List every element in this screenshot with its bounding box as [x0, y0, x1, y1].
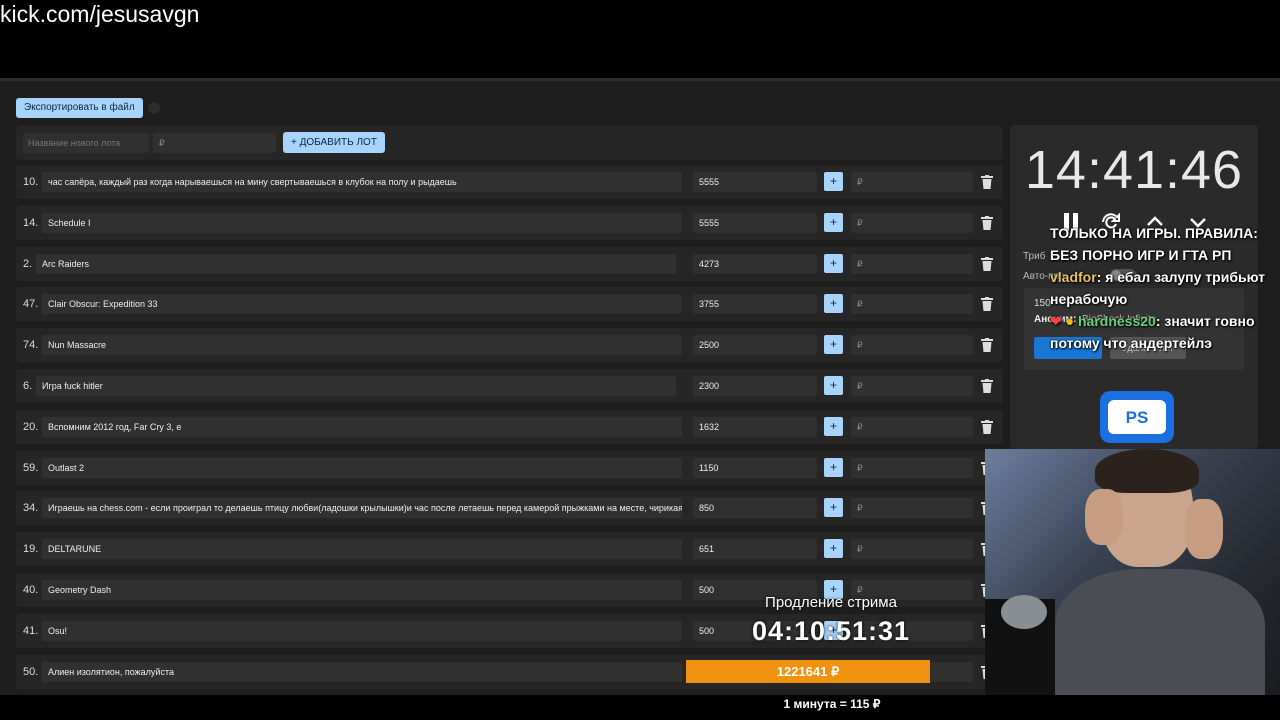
add-amount-button[interactable]: + [824, 539, 843, 559]
lot-number: 19. [23, 543, 39, 556]
lot-title-input[interactable]: Outlast 2 [42, 457, 682, 478]
chat-username: vladfor [1050, 269, 1097, 285]
chat-username: hardness20 [1077, 313, 1156, 329]
new-lot-price-input[interactable]: ₽ [153, 133, 276, 153]
sub-badge-icon: ● [1065, 313, 1075, 329]
trash-icon[interactable] [981, 215, 993, 230]
lot-amount[interactable]: 2500 [693, 335, 817, 356]
trash-icon[interactable] [981, 338, 993, 353]
lot-number: 50. [23, 665, 39, 678]
lot-number: 14. [23, 216, 39, 229]
lot-number: 2. [23, 257, 33, 270]
lot-add-input[interactable]: ₽ [851, 457, 973, 478]
lot-title-input[interactable]: Osu! [42, 620, 682, 641]
lot-row: 74. Nun Massacre 2500 + ₽ [16, 328, 1003, 363]
lot-add-input[interactable]: ₽ [851, 498, 973, 519]
extension-title: Продление стрима [765, 594, 897, 611]
trash-icon[interactable] [981, 419, 993, 434]
lot-amount[interactable]: 651 [693, 539, 817, 560]
lot-row: 6. Игра fuck hitler 2300 + ₽ [16, 369, 1003, 403]
lot-title-input[interactable]: DELTARUNE [42, 539, 682, 560]
export-button[interactable]: Экспортировать в файл [16, 98, 143, 118]
add-lot-button[interactable]: + ДОБАВИТЬ ЛОТ [283, 132, 385, 153]
add-amount-button[interactable]: + [824, 335, 843, 355]
minute-rate: 1 минута = 115 ₽ [783, 697, 881, 711]
auction-clock: 14:41:46 [1024, 140, 1244, 200]
chat-message: ❤ ● hardness20: значит говно потому что … [1050, 310, 1280, 354]
lot-add-input[interactable]: ₽ [851, 172, 973, 192]
lot-row: 47. Clair Obscur: Expedition 33 3755 + ₽ [16, 287, 1003, 322]
lot-amount[interactable]: 1632 [693, 416, 817, 437]
add-amount-button[interactable]: + [824, 376, 843, 395]
lot-amount[interactable]: 5555 [693, 172, 817, 192]
add-amount-button[interactable]: + [824, 457, 843, 477]
lot-title-input[interactable]: Schedule I [42, 212, 682, 233]
trash-icon[interactable] [981, 175, 993, 189]
chat-overlay: ТОЛЬКО НА ИГРЫ. ПРАВИЛА: БЕЗ ПОРНО ИГР И… [1050, 222, 1280, 354]
add-amount-button[interactable]: + [824, 253, 843, 273]
lot-amount[interactable]: 1150 [693, 457, 817, 478]
lot-row: 14. Schedule I 5555 + ₽ [16, 205, 1003, 240]
lot-number: 40. [23, 584, 39, 596]
add-amount-button[interactable]: + [824, 212, 843, 232]
ps-logo-text: PS [1125, 408, 1149, 427]
lot-title-input[interactable]: Clair Obscur: Expedition 33 [42, 294, 682, 315]
lot-row: 34. Играешь на chess.com - если проиграл … [16, 491, 1003, 526]
lot-title-input[interactable]: Вспомним 2012 год, Far Cry 3, е [42, 416, 682, 437]
stream-url: kick.com/jesusavgn [0, 1, 200, 27]
donation-total-bar: 1221641 ₽ [686, 660, 930, 683]
lot-number: 20. [23, 420, 39, 433]
playstation-logo-icon: PS [1100, 391, 1174, 443]
lot-number: 47. [23, 298, 39, 311]
lot-title-input[interactable]: Geometry Dash [42, 580, 682, 600]
chat-message: vladfor: я ебал залупу трибьют нерабочую [1050, 266, 1280, 310]
lot-row: 10. час сапёра, каждый раз когда нарываеш… [16, 165, 1003, 199]
lot-amount[interactable]: 2300 [693, 376, 817, 396]
lot-title-input[interactable]: Nun Massacre [42, 335, 682, 356]
lot-add-input[interactable]: ₽ [851, 335, 973, 356]
add-amount-button[interactable]: + [824, 172, 843, 191]
lot-row: 20. Вспомним 2012 год, Far Cry 3, е 1632 + ₽ [16, 409, 1003, 444]
trash-icon[interactable] [981, 256, 993, 271]
lot-number: 6. [23, 380, 33, 392]
lot-title-input[interactable]: Играешь на chess.com - если проиграл то … [42, 498, 682, 519]
lot-row: 2. Arc Raiders 4273 + ₽ [16, 246, 1003, 281]
extension-timer: 04:10:51:31 [751, 616, 911, 646]
add-amount-button[interactable]: + [824, 294, 843, 314]
lot-number: 10. [23, 176, 39, 188]
lot-amount[interactable]: 4273 [693, 253, 817, 274]
lot-title-input[interactable]: Алиен изолятион, пожалуйста [42, 661, 682, 682]
lot-amount[interactable]: 5555 [693, 212, 817, 233]
lot-number: 41. [23, 624, 39, 637]
trash-icon[interactable] [981, 297, 993, 312]
donation-amount: 150 [1034, 298, 1051, 309]
add-lot-bar: Название нового лота ₽ + ДОБАВИТЬ ЛОТ [16, 126, 1003, 160]
lot-add-input[interactable]: ₽ [851, 212, 973, 233]
badge-icon: ❤ [1050, 313, 1062, 329]
lot-row: 59. Outlast 2 1150 + ₽ [16, 450, 1003, 485]
lot-number: 74. [23, 339, 39, 352]
add-amount-button[interactable]: + [824, 498, 843, 518]
webcam-feed [985, 449, 1280, 695]
lot-amount[interactable]: 3755 [693, 294, 817, 315]
chat-rules-line: БЕЗ ПОРНО ИГР И ГТА РП [1050, 247, 1232, 263]
lot-add-input[interactable]: ₽ [851, 253, 973, 274]
lot-add-input[interactable]: ₽ [851, 416, 973, 437]
trash-icon[interactable] [981, 379, 993, 393]
lot-title-input[interactable]: Игра fuck hitler [36, 376, 676, 396]
add-amount-button[interactable]: + [824, 416, 843, 436]
chat-rules-line: ТОЛЬКО НА ИГРЫ. ПРАВИЛА: [1050, 225, 1258, 241]
lot-number: 59. [23, 461, 39, 474]
lot-title-input[interactable]: Arc Raiders [36, 253, 676, 274]
lot-add-input[interactable]: ₽ [851, 376, 973, 396]
tribute-label: Триб [1023, 251, 1046, 262]
lot-row: 19. DELTARUNE 651 + ₽ [16, 532, 1003, 567]
lot-amount[interactable]: 850 [693, 498, 817, 519]
lot-add-input[interactable]: ₽ [851, 539, 973, 560]
new-lot-name-input[interactable]: Название нового лота [23, 133, 149, 153]
lot-title-input[interactable]: час сапёра, каждый раз когда нарываешься… [42, 172, 682, 192]
lot-number: 34. [23, 502, 39, 515]
status-dot [148, 102, 160, 114]
lot-add-input[interactable]: ₽ [851, 294, 973, 315]
